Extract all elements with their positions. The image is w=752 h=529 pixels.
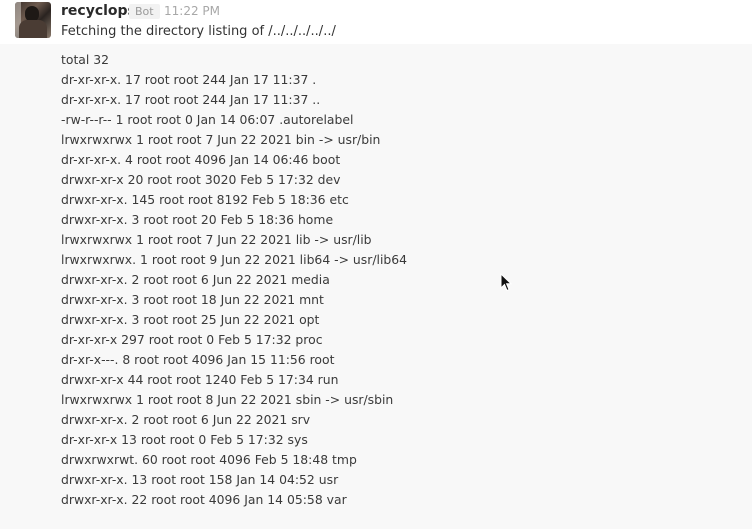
listing-line: drwxrwxrwt. 60 root root 4096 Feb 5 18:4… bbox=[61, 452, 357, 467]
listing-line: drwxr-xr-x. 2 root root 6 Jun 22 2021 me… bbox=[61, 272, 330, 287]
listing-line: lrwxrwxrwx 1 root root 7 Jun 22 2021 lib… bbox=[61, 232, 372, 247]
avatar[interactable] bbox=[15, 2, 51, 38]
listing-line: drwxr-xr-x. 2 root root 6 Jun 22 2021 sr… bbox=[61, 412, 311, 427]
listing-line: drwxr-xr-x. 13 root root 158 Jan 14 04:5… bbox=[61, 472, 339, 487]
listing-line: dr-xr-xr-x. 17 root root 244 Jan 17 11:3… bbox=[61, 92, 321, 107]
code-block: total 32 dr-xr-xr-x. 17 root root 244 Jan… bbox=[0, 44, 752, 529]
bot-badge: Bot bbox=[129, 4, 160, 19]
listing-line: dr-xr-x---. 8 root root 4096 Jan 15 11:5… bbox=[61, 352, 335, 367]
listing-line: drwxr-xr-x. 3 root root 20 Feb 5 18:36 h… bbox=[61, 212, 334, 227]
listing-line: drwxr-xr-x 20 root root 3020 Feb 5 17:32… bbox=[61, 172, 341, 187]
listing-line: drwxr-xr-x. 22 root root 4096 Jan 14 05:… bbox=[61, 492, 347, 507]
message-header: recyclops Bot 11:22 PM Fetching the dire… bbox=[0, 0, 752, 44]
sender-name[interactable]: recyclops bbox=[61, 3, 136, 20]
listing-line: dr-xr-xr-x 297 root root 0 Feb 5 17:32 p… bbox=[61, 332, 323, 347]
listing-line: lrwxrwxrwx. 1 root root 9 Jun 22 2021 li… bbox=[61, 252, 408, 267]
listing-line: drwxr-xr-x 44 root root 1240 Feb 5 17:34… bbox=[61, 372, 339, 387]
listing-line: lrwxrwxrwx 1 root root 8 Jun 22 2021 sbi… bbox=[61, 392, 394, 407]
mouse-cursor-icon bbox=[500, 273, 512, 292]
listing-line: -rw-r--r-- 1 root root 0 Jan 14 06:07 .a… bbox=[61, 112, 354, 127]
listing-line: total 32 bbox=[61, 52, 110, 67]
listing-line: dr-xr-xr-x 13 root root 0 Feb 5 17:32 sy… bbox=[61, 432, 308, 447]
listing-line: dr-xr-xr-x. 4 root root 4096 Jan 14 06:4… bbox=[61, 152, 341, 167]
chat-message: recyclops Bot 11:22 PM Fetching the dire… bbox=[0, 0, 752, 529]
directory-listing: total 32 dr-xr-xr-x. 17 root root 244 Jan… bbox=[61, 50, 407, 510]
listing-line: lrwxrwxrwx 1 root root 7 Jun 22 2021 bin… bbox=[61, 132, 381, 147]
listing-line: drwxr-xr-x. 145 root root 8192 Feb 5 18:… bbox=[61, 192, 349, 207]
listing-line: drwxr-xr-x. 3 root root 18 Jun 22 2021 m… bbox=[61, 292, 324, 307]
avatar-body bbox=[19, 20, 47, 38]
message-timestamp[interactable]: 11:22 PM bbox=[164, 4, 220, 19]
message-text: Fetching the directory listing of /../..… bbox=[61, 24, 336, 39]
listing-line: dr-xr-xr-x. 17 root root 244 Jan 17 11:3… bbox=[61, 72, 317, 87]
listing-line: drwxr-xr-x. 3 root root 25 Jun 22 2021 o… bbox=[61, 312, 320, 327]
